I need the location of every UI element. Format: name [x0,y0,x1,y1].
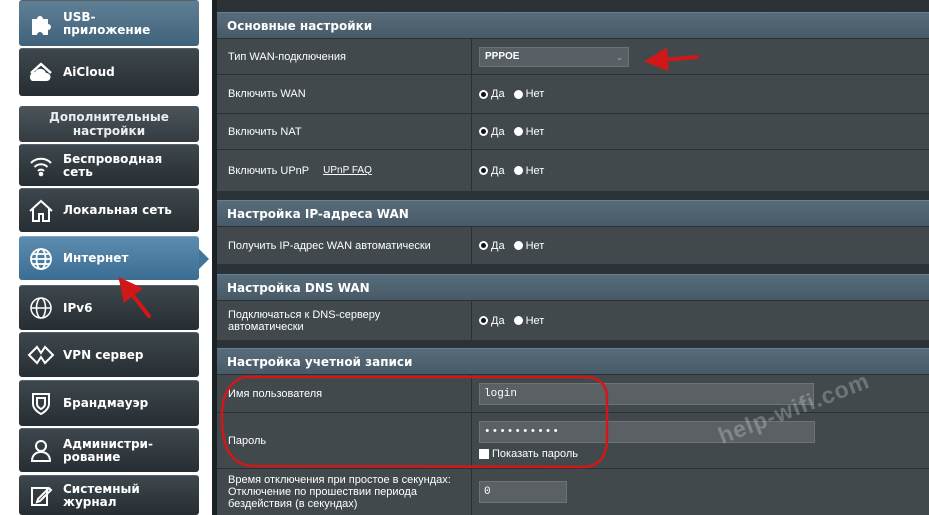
enable-nat-no-radio[interactable]: Нет [513,125,545,138]
idle-timeout-input[interactable]: 0 [479,481,567,503]
radio-no-label: Нет [525,239,545,252]
enable-nat-label: Включить NAT [228,125,302,138]
sidebar-item-lan[interactable]: Локальная сеть [19,188,199,232]
settings-panel: Основные настройки Тип WAN-подключения P… [217,0,929,515]
radio-unselected-icon [513,316,523,325]
auto-dns-yes-radio[interactable]: Да [479,315,505,327]
row-enable-wan: Включить WAN Да Нет [217,74,929,113]
sidebar-item-aicloud[interactable]: AiCloud [19,48,199,96]
auto-ip-yes-radio[interactable]: Да [479,240,505,252]
checkbox-icon [479,449,489,459]
sidebar-item-label: Беспроводная сеть [63,151,163,179]
auto-dns-no-radio[interactable]: Нет [513,314,545,327]
row-wan-type: Тип WAN-подключения PPPOE ⌄ [217,38,929,74]
ipv6-globe-icon [19,295,63,321]
radio-selected-icon [479,127,488,136]
section-header-wan-dns: Настройка DNS WAN [217,274,929,300]
row-enable-nat: Включить NAT Да Нет [217,113,929,149]
row-enable-upnp: Включить UPnP UPnP FAQ Да Нет [217,149,929,191]
radio-yes-label: Да [491,125,505,138]
enable-wan-no-radio[interactable]: Нет [513,88,545,100]
sidebar-item-label: VPN сервер [63,347,144,362]
sidebar-item-internet[interactable]: Интернет [19,236,209,280]
sidebar-item-label: Брандмауэр [63,396,149,410]
idle-timeout-label: Время отключения при простое в секундах:… [228,474,451,510]
row-auto-ip: Получить IP-адрес WAN автоматически Да Н… [217,226,929,264]
row-idle-timeout: Время отключения при простое в секундах:… [217,468,929,515]
sidebar-item-label: Интернет [63,251,129,265]
sidebar-item-wireless[interactable]: Беспроводная сеть [19,144,199,186]
radio-unselected-icon [513,89,523,99]
auto-ip-label: Получить IP-адрес WAN автоматически [228,239,431,252]
section-header-account: Настройка учетной записи [217,348,929,374]
enable-upnp-no-radio[interactable]: Нет [513,164,545,177]
sidebar-item-label: Администри- рование [63,436,153,464]
wan-type-select[interactable]: PPPOE ⌄ [479,46,629,67]
wan-type-label: Тип WAN-подключения [228,50,346,63]
user-icon [19,438,63,464]
radio-unselected-icon [513,241,523,250]
radio-yes-label: Да [491,314,505,327]
radio-selected-icon [479,89,488,99]
radio-selected-icon [479,241,488,250]
sidebar-item-administration[interactable]: Администри- рование [19,428,199,472]
section-header-basic: Основные настройки [217,12,929,38]
enable-wan-label: Включить WAN [228,88,306,100]
radio-selected-icon [479,166,488,175]
wan-type-value: PPPOE [485,51,520,62]
sidebar: USB- приложение AiCloud Дополнительные н… [0,0,212,515]
chevron-down-icon: ⌄ [616,52,623,62]
row-password: Пароль •••••••••• Показать пароль [217,412,929,468]
enable-upnp-label: Включить UPnP [228,164,310,177]
vpn-icon [19,344,63,366]
auto-dns-label: Подключаться к DNS-серверу автоматически [228,308,381,333]
username-label: Имя пользователя [228,387,323,400]
radio-no-label: Нет [525,164,545,177]
sidebar-item-system-log[interactable]: Системный журнал [19,475,199,515]
password-label: Пароль [228,434,267,447]
upnp-faq-link[interactable]: UPnP FAQ [323,165,372,177]
radio-selected-icon [479,316,488,325]
home-icon [19,198,63,224]
row-auto-dns: Подключаться к DNS-серверу автоматически… [217,300,929,340]
sidebar-item-label: Системный журнал [63,481,140,509]
show-password-label: Показать пароль [492,448,579,460]
globe-icon [19,246,63,272]
radio-no-label: Нет [525,88,545,100]
enable-wan-yes-radio[interactable]: Да [479,88,505,100]
radio-unselected-icon [513,166,523,175]
username-input[interactable]: login [479,382,814,405]
auto-ip-no-radio[interactable]: Нет [513,239,545,252]
sidebar-item-ipv6[interactable]: IPv6 [19,285,199,330]
radio-yes-label: Да [491,88,505,100]
radio-no-label: Нет [525,314,545,327]
sidebar-item-label: Локальная сеть [63,203,172,217]
radio-yes-label: Да [491,164,505,177]
cloud-icon [19,61,63,85]
sidebar-item-label: USB- приложение [63,9,151,37]
show-password-checkbox[interactable]: Показать пароль [479,448,578,460]
sidebar-item-label: IPv6 [63,300,93,315]
section-header-wan-ip: Настройка IP-адреса WAN [217,200,929,226]
wifi-icon [19,154,63,178]
log-icon [19,484,63,508]
puzzle-icon [19,11,63,37]
section-advanced-settings: Дополнительные настройки [19,106,199,142]
sidebar-item-firewall[interactable]: Брандмауэр [19,380,199,426]
sidebar-item-label: AiCloud [63,65,115,79]
radio-no-label: Нет [525,125,545,138]
radio-unselected-icon [513,127,523,136]
sidebar-item-vpn[interactable]: VPN сервер [19,332,199,377]
enable-nat-yes-radio[interactable]: Да [479,126,505,138]
enable-upnp-label-cell: Включить UPnP UPnP FAQ [217,150,471,191]
radio-yes-label: Да [491,239,505,252]
enable-upnp-yes-radio[interactable]: Да [479,165,505,177]
shield-icon [19,391,63,417]
sidebar-item-usb-app[interactable]: USB- приложение [19,0,199,46]
